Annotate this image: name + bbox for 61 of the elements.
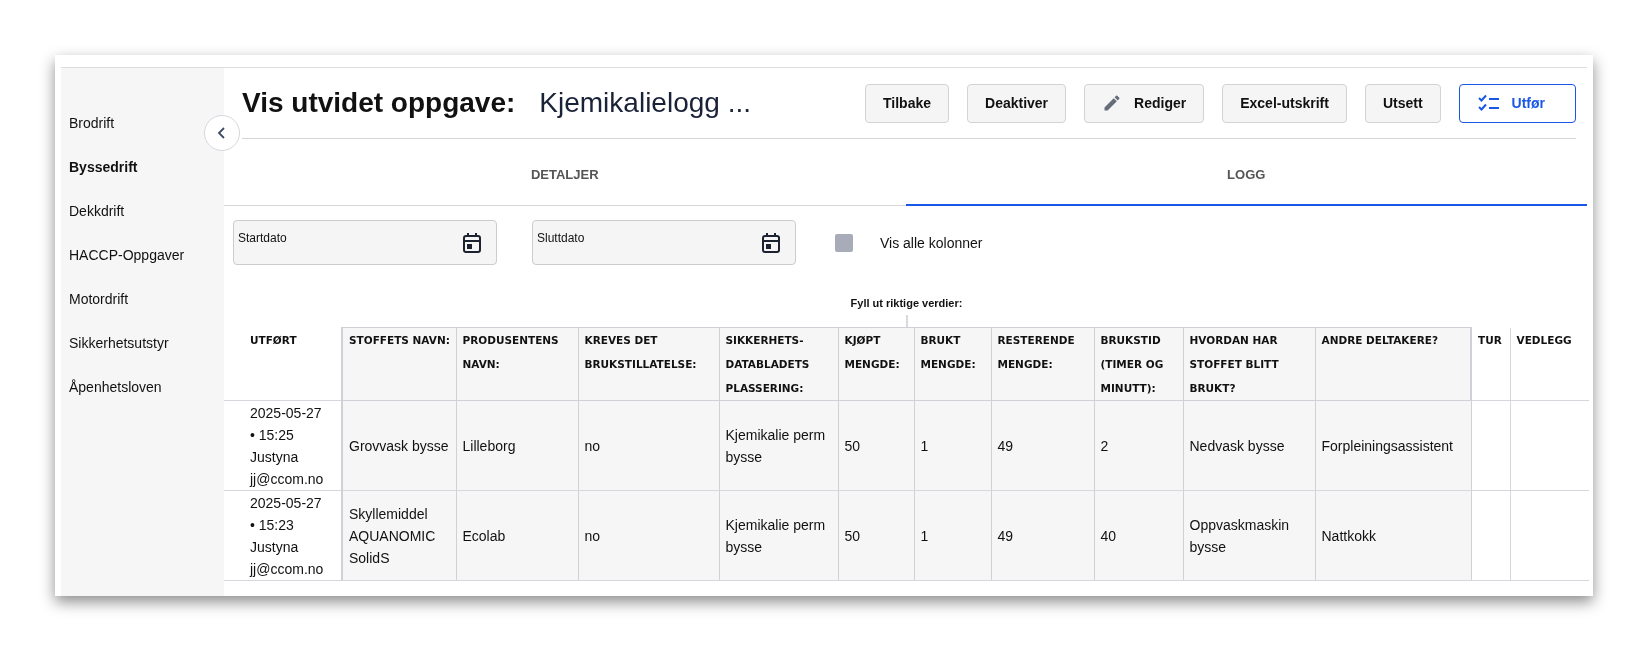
action-button[interactable]: Tilbake <box>865 83 949 123</box>
sidebar-item[interactable]: Åpenhetsloven <box>69 377 162 397</box>
checklist-icon <box>1477 94 1500 112</box>
action-button[interactable]: Deaktiver <box>967 83 1067 123</box>
table-cell-text: 1 <box>920 436 930 456</box>
column-header: SIKKERHETS-DATABLADETS PLASSERING: <box>719 327 838 401</box>
tab[interactable]: DETALJER <box>224 139 906 206</box>
table-cell-text: 2025-05-27 • 15:25 Justyna jj@ccom.no <box>250 403 325 489</box>
sidebar-item[interactable]: Brodrift <box>69 113 115 133</box>
table-cell-text: Forpleiningsassistent <box>1321 436 1454 456</box>
table-cell-text: Ecolab <box>462 526 507 546</box>
table-cell-text: no <box>584 436 602 456</box>
table-cell-text: Kjemikalie perm bysse <box>725 425 827 467</box>
checkbox-label: Vis alle kolonner <box>880 234 983 251</box>
column-header: VEDLEGG <box>1510 327 1589 401</box>
calendar-icon <box>462 231 482 254</box>
action-button[interactable]: Excel-utskrift <box>1222 83 1347 123</box>
column-header: BRUKSTID (TIMER OG MINUTT): <box>1094 327 1183 401</box>
table-cell-text: Lilleborg <box>462 436 517 456</box>
sidebar-item[interactable]: Sikkerhetsutstyr <box>69 333 169 353</box>
table-cell-text: no <box>584 526 602 546</box>
sidebar-item[interactable]: HACCP-Oppgaver <box>69 245 185 265</box>
table-cell-text: Kjemikalie perm bysse <box>725 515 827 557</box>
page-title: Vis utvidet oppgave: <box>242 87 516 119</box>
column-header: PRODUSENTENS NAVN: <box>456 327 578 401</box>
tab[interactable]: LOGG <box>905 139 1587 206</box>
calendar-icon <box>761 231 781 254</box>
table-cell-text: 2 <box>1100 436 1110 456</box>
collapse-button[interactable] <box>204 115 240 151</box>
checkbox[interactable] <box>835 233 853 252</box>
column-header: ANDRE DELTAKERE? <box>1315 327 1471 401</box>
table-cell-text: 49 <box>997 526 1015 546</box>
table-cell-text: 2025-05-27 • 15:23 Justyna jj@ccom.no <box>250 493 325 579</box>
date-field[interactable]: Startdato <box>233 220 497 265</box>
column-header: RESTERENDE MENGDE: <box>991 327 1094 401</box>
column-header: KJØPT MENGDE: <box>838 327 914 401</box>
column-header: STOFFETS NAVN: <box>342 327 456 401</box>
sidebar-item[interactable]: Dekkdrift <box>69 201 125 221</box>
table-cell-text: 49 <box>997 436 1015 456</box>
column-header: BRUKT MENGDE: <box>914 327 991 401</box>
table-cell-text: Nattkokk <box>1321 526 1377 546</box>
table-cell-text: Oppvaskmaskin bysse <box>1189 515 1291 557</box>
sidebar-item[interactable]: Byssedrift <box>69 157 138 177</box>
leader-line <box>905 315 908 327</box>
table-cell-text: Skyllemiddel AQUANOMIC SolidS <box>349 504 437 568</box>
date-field[interactable]: Sluttdato <box>532 220 796 265</box>
task-name: Kjemikalielogg ... <box>539 87 751 119</box>
table-cell-text: 50 <box>844 436 862 456</box>
table-cell-text: 1 <box>920 526 930 546</box>
group-label: Fyll ut riktige verdier: <box>850 296 963 311</box>
sidebar-item[interactable]: Motordrift <box>69 289 129 309</box>
column-header: HVORDAN HAR STOFFET BLITT BRUKT? <box>1183 327 1315 401</box>
column-header: KREVES DET BRUKSTILLATELSE: <box>578 327 719 401</box>
table-cell-text: Grovvask bysse <box>349 436 450 456</box>
table-cell-text: 40 <box>1100 526 1118 546</box>
table-cell-text: Nedvask bysse <box>1189 436 1286 456</box>
table-cell-text: 50 <box>844 526 862 546</box>
column-header: TUR <box>1471 327 1510 401</box>
action-button[interactable]: Utsett <box>1364 83 1441 123</box>
perform-button[interactable]: Utfør <box>1458 83 1576 123</box>
edit-button[interactable]: Rediger <box>1084 83 1205 123</box>
